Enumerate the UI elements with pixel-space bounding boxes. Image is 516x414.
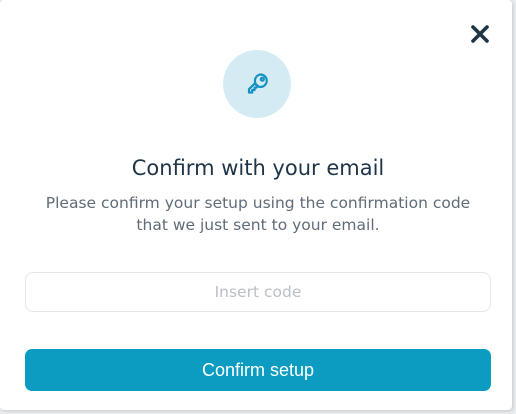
- close-button[interactable]: [470, 24, 490, 44]
- key-icon: [247, 73, 268, 94]
- confirm-email-dialog: Confirm with your email Please confirm y…: [0, 0, 512, 410]
- close-icon: [471, 25, 489, 43]
- confirm-setup-button[interactable]: Confirm setup: [25, 349, 491, 391]
- key-icon-badge: [223, 50, 291, 118]
- dialog-subtitle: Please confirm your setup using the conf…: [45, 194, 471, 234]
- dialog-title: Confirm with your email: [131, 156, 385, 180]
- confirmation-code-input[interactable]: [25, 272, 491, 312]
